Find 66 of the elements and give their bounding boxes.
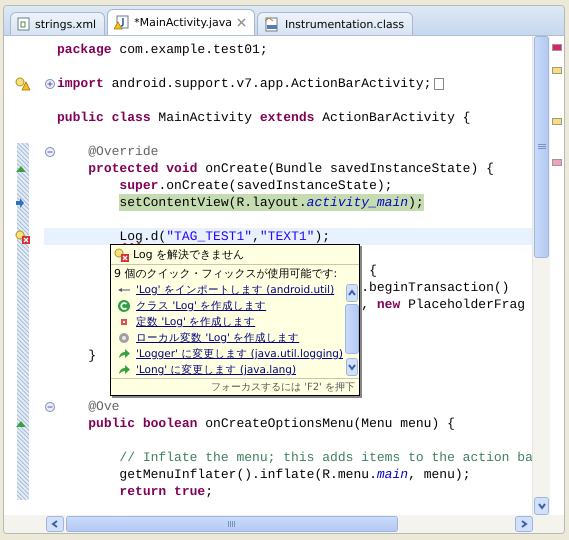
chevron-up-icon <box>347 288 357 298</box>
scroll-down-button[interactable] <box>534 497 549 515</box>
triangle-icon <box>15 420 27 428</box>
editor-tab[interactable]: *MainActivity.java <box>107 9 255 35</box>
scroll-thumb[interactable] <box>345 304 359 354</box>
code-line: @Override <box>88 143 158 160</box>
expand-icon[interactable] <box>45 78 55 88</box>
horizontal-scrollbar[interactable] <box>4 515 564 533</box>
editor-tab[interactable]: strings.xml <box>10 12 106 35</box>
warning-mark-icon[interactable] <box>552 67 562 74</box>
chevron-right-icon <box>519 519 529 529</box>
scroll-up-button[interactable] <box>346 284 358 302</box>
triangle-icon <box>15 164 27 172</box>
class-icon <box>117 299 131 313</box>
popup-footer: フォーカスするには 'F2' を押下 <box>111 378 359 395</box>
import-icon <box>117 286 131 294</box>
bulb-warning-icon <box>15 76 31 90</box>
circle-icon <box>117 332 131 344</box>
folded-code-icon[interactable] <box>434 78 444 90</box>
quick-fix-link[interactable]: 'Logger' に変更します (java.util.logging) <box>117 346 345 362</box>
java-file-warning-icon <box>114 15 130 30</box>
scroll-thumb[interactable] <box>534 36 549 258</box>
editor-tab[interactable]: Instrumentation.class <box>256 12 414 35</box>
grip-icon <box>228 521 236 527</box>
vertical-scrollbar[interactable] <box>532 36 550 515</box>
collapse-icon[interactable] <box>45 146 55 156</box>
popup-scrollbar[interactable] <box>345 282 359 378</box>
code-line: return true; <box>119 483 214 500</box>
quick-fix-link[interactable]: 定数 'Log' を作成します <box>117 314 345 330</box>
chevron-left-icon <box>50 519 60 529</box>
code-line: @Ove <box>88 398 120 415</box>
chevron-down-icon <box>536 501 546 511</box>
chevron-down-icon <box>347 362 357 372</box>
grip-icon <box>538 144 546 150</box>
code-line: , new PlaceholderFrag <box>361 296 526 313</box>
code-line: { <box>369 262 377 279</box>
code-line: .beginTransaction() <box>361 279 510 296</box>
arrow-icon <box>117 364 131 376</box>
popup-summary: 9 個のクイック・フィックスが使用可能です: <box>113 266 338 282</box>
code-line: } <box>88 347 96 364</box>
binary-file-icon <box>264 16 280 32</box>
code-line: public class MainActivity extends ActionBarActivity { <box>57 109 470 126</box>
warning-mark-icon[interactable] <box>552 118 562 125</box>
arrow-icon <box>15 198 25 208</box>
code-line: super.onCreate(savedInstanceState); <box>119 177 392 194</box>
scroll-left-button[interactable] <box>46 516 64 532</box>
code-line: getMenuInflater().inflate(R.menu.main, menu); <box>119 466 471 483</box>
quick-fix-link[interactable]: クラス 'Log' を作成します <box>117 298 345 314</box>
close-icon[interactable] <box>236 18 246 27</box>
popup-title: Log を解決できません <box>133 247 244 262</box>
arrow-icon <box>117 348 131 360</box>
code-line: Log.d("TAG_TEST1","TEXT1"); <box>119 228 330 245</box>
file-icon <box>17 17 30 31</box>
bulb-error-icon <box>114 248 130 262</box>
scroll-right-button[interactable] <box>515 516 533 532</box>
code-line: import android.support.v7.app.ActionBarActivity; <box>57 75 432 92</box>
quick-fix-link[interactable]: ローカル変数 'Log' を作成します <box>117 330 345 346</box>
code-line: protected void onCreate(Bundle savedInstanceState) { <box>88 160 494 177</box>
scroll-down-button[interactable] <box>346 358 358 376</box>
scroll-thumb[interactable] <box>66 516 398 532</box>
quick-fix-link[interactable]: 'Log' をインポートします (android.util) <box>117 282 345 298</box>
code-line: // Inflate the menu; this adds items to the action ba <box>119 449 532 466</box>
collapse-icon[interactable] <box>45 402 55 412</box>
code-line: package com.example.test01; <box>57 41 268 58</box>
code-line: public boolean onCreateOptionsMenu(Menu menu) { <box>88 415 455 432</box>
quick-fix-link[interactable]: 'Long' に変更します (java.lang) <box>117 362 345 378</box>
